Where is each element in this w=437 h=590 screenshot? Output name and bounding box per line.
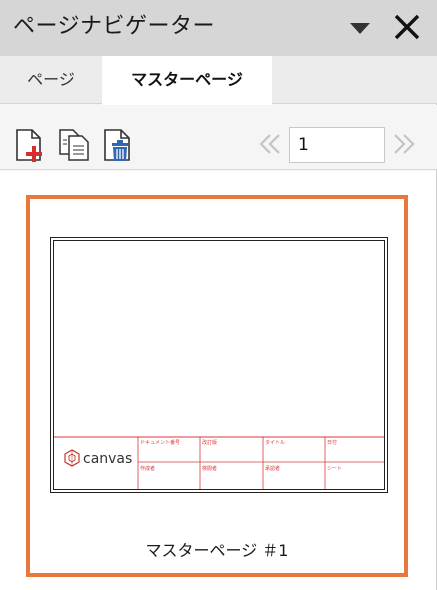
add-page-icon[interactable] — [12, 127, 48, 163]
title-block-cell: 改訂版 — [202, 439, 217, 446]
collapse-triangle-icon[interactable] — [346, 14, 374, 42]
page-number-input[interactable] — [289, 127, 385, 163]
tab-bar: ページ マスターページ — [0, 56, 437, 105]
tab-pages[interactable]: ページ — [0, 56, 102, 104]
close-icon[interactable] — [390, 10, 424, 44]
tab-master-pages[interactable]: マスターページ — [102, 56, 272, 105]
panel-title: ページナビゲーター — [13, 14, 216, 39]
master-page-label: マスターページ ＃1 — [145, 541, 289, 560]
title-block-cell: 日付 — [327, 439, 337, 446]
canvas-logo-text: canvas — [83, 451, 132, 467]
duplicate-page-icon[interactable] — [57, 127, 93, 163]
title-block-cell: ドキュメント番号 — [140, 439, 180, 446]
next-page-icon[interactable] — [390, 130, 418, 158]
master-page-thumbnail: canvas ドキュメント番号 改訂版 タイトル 日付 作成者 検閲者 承認者 … — [50, 237, 388, 493]
title-block-cell: 検閲者 — [202, 465, 217, 472]
title-bar: ページナビゲーター — [0, 0, 437, 56]
master-page-card[interactable]: canvas ドキュメント番号 改訂版 タイトル 日付 作成者 検閲者 承認者 … — [26, 195, 408, 577]
toolbar — [0, 105, 437, 170]
delete-page-icon[interactable] — [101, 127, 137, 163]
title-block-cell: 承認者 — [265, 465, 280, 472]
title-block-cell: シート — [327, 466, 342, 472]
title-block-cell: タイトル — [265, 439, 285, 446]
title-block-cell: 作成者 — [140, 465, 155, 472]
previous-page-icon[interactable] — [256, 130, 284, 158]
master-page-list: canvas ドキュメント番号 改訂版 タイトル 日付 作成者 検閲者 承認者 … — [0, 171, 436, 590]
page-navigator-panel: ページナビゲーター ページ マスターページ 1 canvas ドキュメント番号 … — [0, 0, 437, 590]
